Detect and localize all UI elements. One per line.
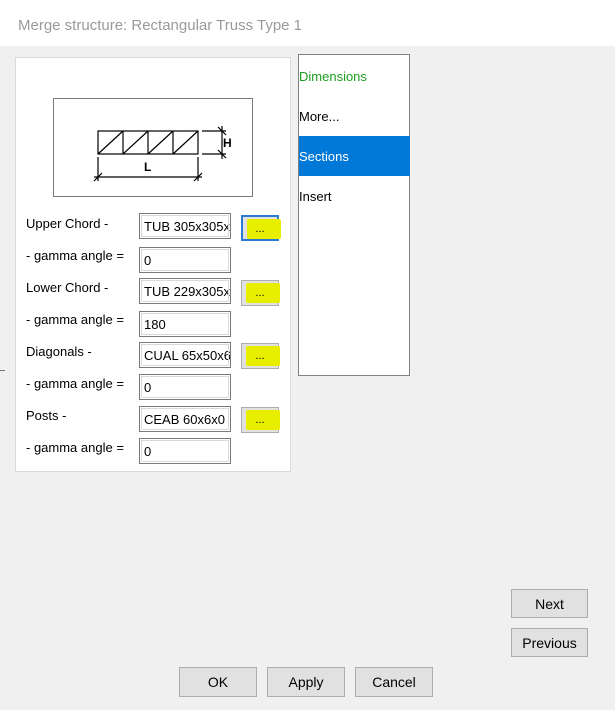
upper-chord-browse-button[interactable]: ... xyxy=(241,215,281,241)
upper-gamma-label: - gamma angle = xyxy=(26,248,124,263)
lower-chord-field[interactable]: TUB 229x305x xyxy=(139,278,231,304)
step-label: Insert xyxy=(299,189,332,204)
step-item-sections[interactable]: Sections xyxy=(299,136,410,176)
browse-label: ... xyxy=(255,287,265,299)
step-list: Dimensions More... Sections Insert xyxy=(298,54,410,376)
diagonals-gamma-value: 0 xyxy=(144,380,152,395)
lower-gamma-field[interactable]: 180 xyxy=(139,311,231,337)
diagonals-browse-button[interactable]: ... xyxy=(241,343,280,369)
posts-label: Posts - xyxy=(26,408,67,423)
diagonals-field[interactable]: CUAL 65x50x6 xyxy=(139,342,231,368)
lower-gamma-value: 180 xyxy=(144,317,166,332)
posts-gamma-value: 0 xyxy=(144,444,152,459)
height-label: H xyxy=(223,136,232,150)
apply-button[interactable]: Apply xyxy=(267,667,345,697)
step-label: More... xyxy=(299,109,340,124)
browse-label: ... xyxy=(255,350,265,362)
ok-button[interactable]: OK xyxy=(179,667,257,697)
lower-chord-label: Lower Chord - xyxy=(26,280,109,295)
upper-gamma-field[interactable]: 0 xyxy=(139,247,231,273)
step-item-dimensions[interactable]: Dimensions xyxy=(299,56,410,96)
edge-mark xyxy=(0,370,5,371)
upper-chord-value: TUB 305x305x xyxy=(144,219,230,234)
posts-value: CEAB 60x6x0 xyxy=(144,412,225,427)
cancel-button[interactable]: Cancel xyxy=(355,667,433,697)
posts-browse-button[interactable]: ... xyxy=(241,407,280,433)
browse-label: ... xyxy=(255,223,265,235)
step-item-more[interactable]: More... xyxy=(299,96,410,136)
length-label: L xyxy=(144,160,152,174)
step-item-insert[interactable]: Insert xyxy=(299,176,410,216)
window-title: Merge structure: Rectangular Truss Type … xyxy=(18,17,303,34)
posts-gamma-field[interactable]: 0 xyxy=(139,438,231,464)
lower-chord-value: TUB 229x305x xyxy=(144,284,230,299)
upper-chord-field[interactable]: TUB 305x305x xyxy=(139,213,231,239)
posts-field[interactable]: CEAB 60x6x0 xyxy=(139,406,231,432)
upper-gamma-value: 0 xyxy=(144,253,152,268)
step-label: Dimensions xyxy=(299,69,367,84)
browse-label: ... xyxy=(255,414,265,426)
upper-chord-label: Upper Chord - xyxy=(26,216,109,231)
truss-diagram: H L xyxy=(53,98,253,197)
next-button[interactable]: Next xyxy=(511,589,588,618)
diagonals-label: Diagonals - xyxy=(26,344,92,359)
diagonals-gamma-field[interactable]: 0 xyxy=(139,374,231,400)
step-label: Sections xyxy=(299,149,349,164)
lower-gamma-label: - gamma angle = xyxy=(26,312,124,327)
lower-chord-browse-button[interactable]: ... xyxy=(241,280,280,306)
posts-gamma-label: - gamma angle = xyxy=(26,440,124,455)
diagonals-value: CUAL 65x50x6 xyxy=(144,348,231,363)
previous-button[interactable]: Previous xyxy=(511,628,588,657)
diagonals-gamma-label: - gamma angle = xyxy=(26,376,124,391)
